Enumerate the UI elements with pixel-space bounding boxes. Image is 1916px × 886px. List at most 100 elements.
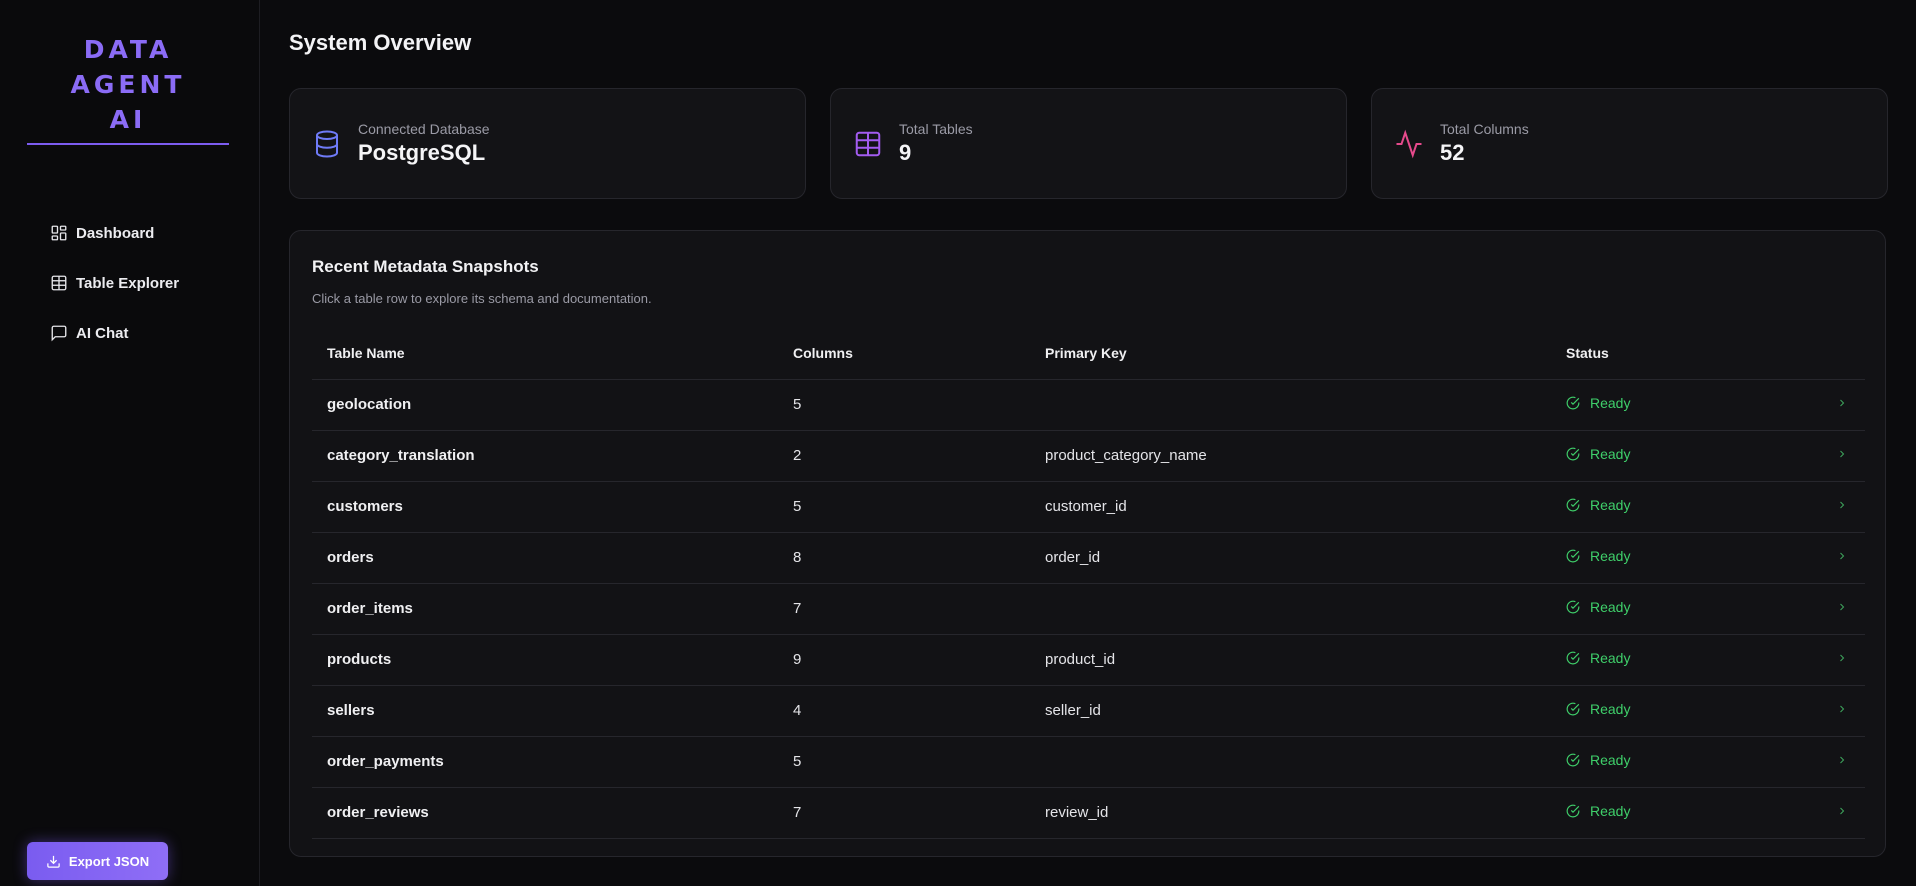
header-primary-key: Primary Key — [1045, 328, 1566, 380]
status-badge: Ready — [1566, 497, 1630, 513]
status-text: Ready — [1590, 650, 1631, 666]
stat-card-label: Total Tables — [899, 121, 973, 137]
table-row[interactable]: order_items 7 Ready — [312, 583, 1865, 635]
sidebar-item-dashboard[interactable]: Dashboard — [0, 208, 259, 258]
cell-table-name: sellers — [312, 685, 793, 737]
table-row[interactable]: customers 5 customer_id Ready — [312, 481, 1865, 533]
status-text: Ready — [1590, 395, 1631, 411]
table-row[interactable]: order_reviews 7 review_id Ready — [312, 787, 1865, 839]
cell-primary-key: review_id — [1045, 787, 1566, 839]
cell-columns: 5 — [793, 481, 1045, 533]
cell-table-name: customers — [312, 481, 793, 533]
chevron-right-icon[interactable] — [1836, 550, 1848, 562]
chevron-right-icon[interactable] — [1836, 703, 1848, 715]
cell-table-name: orders — [312, 532, 793, 584]
sidebar: DATA AGENT AI Dashboard Table Explorer A… — [0, 0, 260, 886]
check-circle-icon — [1566, 651, 1580, 665]
cell-status: Ready — [1566, 736, 1836, 788]
table-row[interactable]: products 9 product_id Ready — [312, 634, 1865, 686]
table-row[interactable]: sellers 4 seller_id Ready — [312, 685, 1865, 737]
cell-table-name: order_items — [312, 583, 793, 635]
table-row[interactable]: order_payments 5 Ready — [312, 736, 1865, 788]
chevron-right-icon[interactable] — [1836, 601, 1848, 613]
cell-status: Ready — [1566, 481, 1836, 533]
sidebar-item-ai-chat[interactable]: AI Chat — [0, 308, 259, 358]
activity-icon — [1396, 129, 1422, 158]
cell-columns: 8 — [793, 532, 1045, 584]
cell-primary-key: customer_id — [1045, 481, 1566, 533]
download-icon — [47, 855, 60, 868]
chevron-right-icon[interactable] — [1836, 754, 1848, 766]
cell-action — [1836, 532, 1865, 584]
table-row[interactable]: geolocation 5 Ready — [312, 379, 1865, 431]
status-text: Ready — [1590, 752, 1631, 768]
status-badge: Ready — [1566, 548, 1630, 564]
cell-action — [1836, 379, 1865, 431]
table-body: geolocation 5 Ready category_translation… — [312, 379, 1865, 839]
chat-icon — [51, 325, 67, 342]
status-badge: Ready — [1566, 599, 1630, 615]
cell-action — [1836, 685, 1865, 737]
brand-line-1: DATA AGENT — [70, 35, 186, 99]
stat-card-value: 9 — [899, 140, 912, 165]
cell-primary-key — [1045, 379, 1566, 431]
cell-action — [1836, 736, 1865, 788]
stat-card-value: PostgreSQL — [358, 140, 486, 165]
cell-columns: 7 — [793, 583, 1045, 635]
header-table-name: Table Name — [312, 328, 793, 380]
stat-card-database: Connected Database PostgreSQL — [289, 88, 806, 199]
check-circle-icon — [1566, 447, 1580, 461]
cell-table-name: geolocation — [312, 379, 793, 431]
chevron-right-icon[interactable] — [1836, 499, 1848, 511]
status-text: Ready — [1590, 701, 1631, 717]
table-row[interactable]: category_translation 2 product_category_… — [312, 430, 1865, 482]
check-circle-icon — [1566, 498, 1580, 512]
status-badge: Ready — [1566, 395, 1630, 411]
chevron-right-icon[interactable] — [1836, 652, 1848, 664]
cell-table-name: products — [312, 634, 793, 686]
cell-action — [1836, 481, 1865, 533]
table-header-row: Table Name Columns Primary Key Status — [312, 328, 1865, 380]
status-badge: Ready — [1566, 701, 1630, 717]
app-root: DATA AGENT AI Dashboard Table Explorer A… — [0, 0, 1916, 886]
cell-status: Ready — [1566, 379, 1836, 431]
chevron-right-icon[interactable] — [1836, 448, 1848, 460]
cell-status: Ready — [1566, 787, 1836, 839]
status-text: Ready — [1590, 497, 1631, 513]
status-badge: Ready — [1566, 752, 1630, 768]
cell-primary-key: product_category_name — [1045, 430, 1566, 482]
cell-columns: 5 — [793, 736, 1045, 788]
sidebar-item-table-explorer[interactable]: Table Explorer — [0, 258, 259, 308]
status-text: Ready — [1590, 599, 1631, 615]
sidebar-item-label: Table Explorer — [76, 274, 180, 292]
stat-card-text: Total Tables 9 — [899, 121, 973, 166]
chevron-right-icon[interactable] — [1836, 805, 1848, 817]
cell-columns: 5 — [793, 379, 1045, 431]
cell-columns: 2 — [793, 430, 1045, 482]
cell-primary-key — [1045, 583, 1566, 635]
check-circle-icon — [1566, 753, 1580, 767]
export-json-label: Export JSON — [68, 853, 150, 869]
header-columns: Columns — [793, 328, 1045, 380]
cell-table-name: order_reviews — [312, 787, 793, 839]
cell-primary-key — [1045, 736, 1566, 788]
export-json-button[interactable]: Export JSON — [27, 842, 168, 880]
cell-columns: 7 — [793, 787, 1045, 839]
stat-card-value: 52 — [1440, 140, 1465, 165]
header-action — [1836, 328, 1865, 380]
status-text: Ready — [1590, 803, 1631, 819]
stat-cards: Connected Database PostgreSQL Total Tabl… — [289, 88, 1888, 199]
metadata-snapshots-panel: Recent Metadata Snapshots Click a table … — [289, 230, 1886, 857]
check-circle-icon — [1566, 549, 1580, 563]
table-row[interactable]: orders 8 order_id Ready — [312, 532, 1865, 584]
stat-card-text: Connected Database PostgreSQL — [358, 121, 490, 166]
sidebar-item-label: Dashboard — [76, 224, 155, 242]
cell-status: Ready — [1566, 532, 1836, 584]
stat-card-label: Connected Database — [358, 121, 490, 137]
main-content: System Overview Connected Database Postg… — [260, 0, 1916, 886]
cell-action — [1836, 787, 1865, 839]
cell-primary-key: product_id — [1045, 634, 1566, 686]
grid-table-icon — [855, 131, 881, 156]
check-circle-icon — [1566, 804, 1580, 818]
chevron-right-icon[interactable] — [1836, 397, 1848, 409]
